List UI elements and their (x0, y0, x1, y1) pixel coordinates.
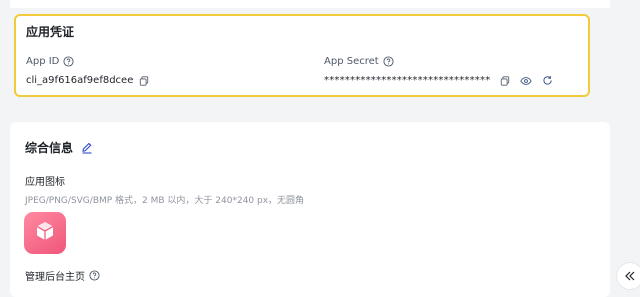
help-icon[interactable] (89, 270, 100, 281)
info-title: 综合信息 (25, 141, 74, 155)
app-cube-icon (33, 219, 57, 247)
app-secret-value: ******************************** (324, 75, 491, 86)
app-icon-upload[interactable] (24, 212, 66, 254)
credentials-card: 应用凭证 App ID cli_a9f616af9ef8dcee App Sec… (14, 14, 590, 97)
collapse-panel-button[interactable] (616, 262, 640, 290)
double-chevron-left-icon (624, 267, 636, 286)
info-card: 综合信息 应用图标 JPEG/PNG/SVG/BMP 格式，2 MB 以内，大于… (10, 122, 610, 297)
edit-icon[interactable] (81, 142, 93, 154)
app-id-label: App ID (26, 56, 60, 67)
app-id-label-row: App ID (26, 56, 74, 67)
app-id-value: cli_a9f616af9ef8dcee (26, 75, 134, 86)
app-id-row: cli_a9f616af9ef8dcee (26, 75, 149, 86)
app-icon-hint: JPEG/PNG/SVG/BMP 格式，2 MB 以内，大于 240*240 p… (25, 196, 305, 206)
help-icon[interactable] (383, 56, 394, 67)
copy-icon[interactable] (139, 75, 149, 86)
help-icon[interactable] (63, 56, 74, 67)
app-icon-label: 应用图标 (25, 177, 65, 188)
copy-icon[interactable] (500, 75, 510, 86)
previous-card-edge (10, 0, 610, 8)
refresh-icon[interactable] (542, 75, 553, 86)
app-secret-row: ******************************** (324, 75, 553, 86)
app-secret-label-row: App Secret (324, 56, 394, 67)
eye-icon[interactable] (520, 76, 533, 86)
app-secret-label: App Secret (324, 56, 379, 67)
info-title-row: 综合信息 (25, 139, 93, 156)
credentials-title: 应用凭证 (26, 25, 75, 39)
